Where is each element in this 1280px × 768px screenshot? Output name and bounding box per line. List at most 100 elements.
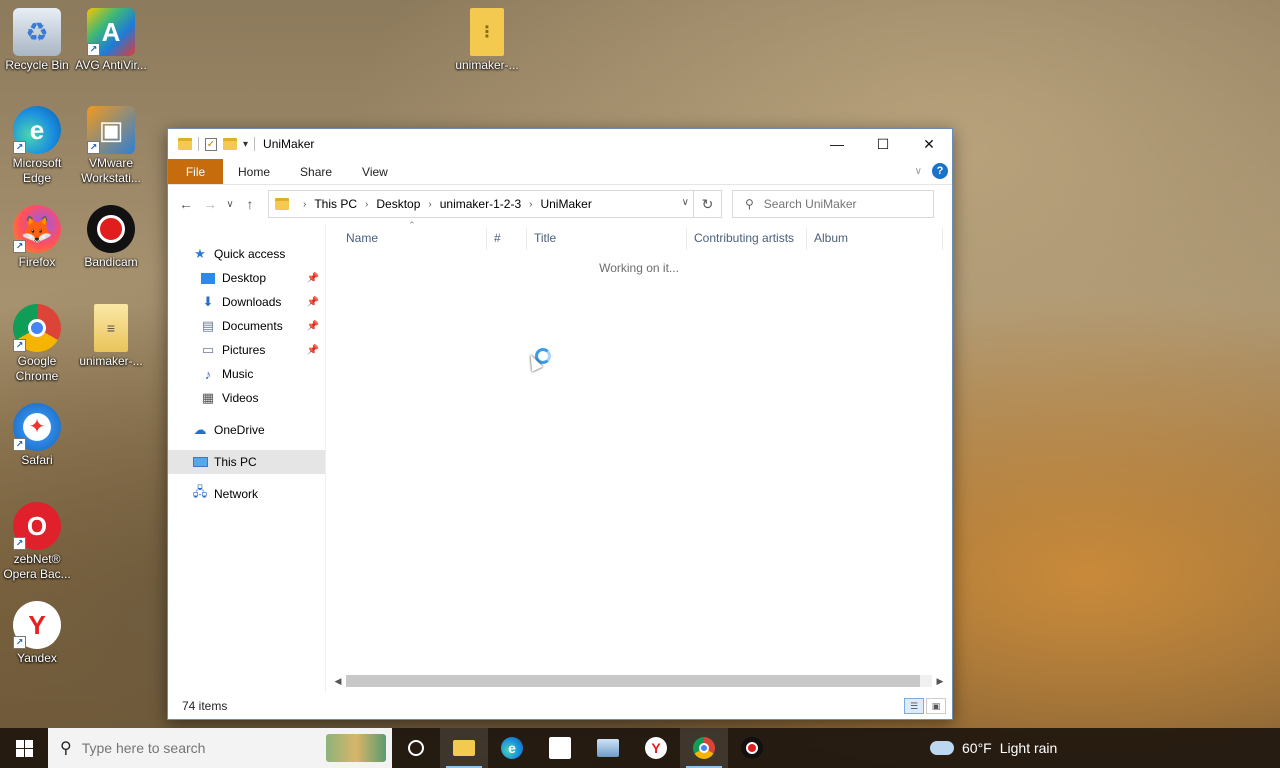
nav-quick-access[interactable]: ★ Quick access bbox=[168, 242, 325, 266]
column-name[interactable]: Name bbox=[340, 224, 378, 252]
forward-button[interactable]: → bbox=[198, 192, 222, 216]
task-view-button[interactable] bbox=[392, 728, 440, 768]
desktop-icon-unimaker-zip[interactable]: ⋮ unimaker-... bbox=[450, 8, 524, 73]
column-contributing-artists[interactable]: Contributing artists bbox=[688, 224, 794, 252]
new-folder-icon[interactable] bbox=[223, 138, 237, 150]
divider bbox=[254, 137, 256, 151]
nav-onedrive[interactable]: ☁ OneDrive bbox=[168, 418, 325, 442]
scrollbar-thumb[interactable] bbox=[346, 675, 921, 687]
navigation-bar: ← → ∨ ↑ › This PC › Desktop › unimaker-1… bbox=[168, 185, 952, 223]
address-bar[interactable]: › This PC › Desktop › unimaker-1-2-3 › U… bbox=[268, 190, 722, 218]
breadcrumb-unimaker[interactable]: UniMaker bbox=[540, 197, 591, 211]
taskbar-remote-desktop[interactable] bbox=[584, 728, 632, 768]
avg-antivirus-icon: A ↗ bbox=[87, 8, 135, 56]
nav-pictures[interactable]: ▭ Pictures 📌 bbox=[168, 338, 325, 362]
scroll-right-icon[interactable]: ▶ bbox=[932, 676, 948, 687]
nav-downloads[interactable]: ⬇ Downloads 📌 bbox=[168, 290, 325, 314]
breadcrumb-unimaker-1-2-3[interactable]: unimaker-1-2-3 bbox=[440, 197, 521, 211]
nav-label: Quick access bbox=[214, 247, 286, 261]
breadcrumb-desktop[interactable]: Desktop bbox=[376, 197, 420, 211]
search-box[interactable]: ⚲ bbox=[732, 190, 934, 218]
desktop-icon-safari[interactable]: ✦ ↗ Safari bbox=[0, 403, 74, 468]
properties-icon[interactable]: ✓ bbox=[205, 137, 217, 151]
nav-this-pc[interactable]: This PC bbox=[168, 450, 325, 474]
desktop-icon-bandicam[interactable]: Bandicam bbox=[74, 205, 148, 270]
desktop-icon-label: AVG AntiVir... bbox=[75, 58, 147, 72]
tab-file[interactable]: File bbox=[168, 159, 223, 184]
breadcrumb-separator-icon: › bbox=[303, 198, 307, 210]
recent-locations-button[interactable]: ∨ bbox=[222, 192, 238, 216]
desktop-icon-vmware[interactable]: ▣ ↗ VMware Workstati... bbox=[74, 106, 148, 186]
column-album[interactable]: Album bbox=[808, 224, 848, 252]
nav-network[interactable]: 🖧 Network bbox=[168, 482, 325, 506]
yandex-icon: Y ↗ bbox=[13, 601, 61, 649]
taskbar-file-explorer[interactable] bbox=[440, 728, 488, 768]
pin-icon: 📌 bbox=[306, 344, 319, 356]
breadcrumb-this-pc[interactable]: This PC bbox=[314, 197, 357, 211]
search-icon: ⚲ bbox=[60, 740, 72, 757]
taskbar-yandex[interactable]: Y bbox=[632, 728, 680, 768]
tab-home[interactable]: Home bbox=[223, 159, 285, 184]
weather-widget[interactable]: 60°F Light rain bbox=[930, 728, 1057, 768]
column-title[interactable]: Title bbox=[528, 224, 556, 252]
nav-documents[interactable]: ▤ Documents 📌 bbox=[168, 314, 325, 338]
tab-share[interactable]: Share bbox=[285, 159, 347, 184]
large-icons-view-button[interactable]: ▣ bbox=[926, 698, 946, 714]
nav-label: Network bbox=[214, 487, 259, 501]
horizontal-scrollbar[interactable]: ◀ ▶ bbox=[330, 673, 948, 689]
start-button[interactable] bbox=[0, 728, 48, 768]
taskbar-search[interactable]: ⚲ bbox=[48, 728, 392, 768]
pictures-icon: ▭ bbox=[201, 342, 215, 357]
nav-music[interactable]: ♪ Music bbox=[168, 362, 325, 386]
address-dropdown-icon[interactable]: ∨ bbox=[682, 197, 689, 208]
taskbar-edge[interactable]: e bbox=[488, 728, 536, 768]
tab-view[interactable]: View bbox=[347, 159, 403, 184]
desktop-icon-unimaker-folder[interactable]: ≡ unimaker-... bbox=[74, 304, 148, 369]
minimize-button[interactable]: — bbox=[814, 129, 860, 159]
nav-videos[interactable]: ▦ Videos bbox=[168, 386, 325, 410]
taskbar-chrome[interactable] bbox=[680, 728, 728, 768]
file-list-pane: ⌃ Name # Title Contributing artists Albu… bbox=[326, 220, 952, 693]
pin-icon: 📌 bbox=[306, 272, 319, 284]
edge-icon: e ↗ bbox=[13, 106, 61, 154]
nav-label: This PC bbox=[214, 455, 257, 469]
taskbar-store[interactable] bbox=[536, 728, 584, 768]
nav-label: Documents bbox=[222, 319, 283, 333]
desktop-icon-firefox[interactable]: 🦊 ↗ Firefox bbox=[0, 205, 74, 270]
customize-toolbar-icon[interactable]: ▾ bbox=[243, 139, 248, 150]
column-number[interactable]: # bbox=[488, 224, 501, 252]
desktop-icon-edge[interactable]: e ↗ Microsoft Edge bbox=[0, 106, 74, 186]
scroll-left-icon[interactable]: ◀ bbox=[330, 676, 346, 687]
desktop-icon-opera-backup[interactable]: O ↗ zebNet® Opera Bac... bbox=[0, 502, 74, 582]
column-divider[interactable] bbox=[486, 228, 487, 250]
folder-icon bbox=[178, 138, 192, 150]
quick-access-toolbar: ✓ ▾ bbox=[168, 137, 256, 151]
music-icon: ♪ bbox=[204, 366, 212, 382]
desktop-icon-yandex[interactable]: Y ↗ Yandex bbox=[0, 601, 74, 666]
back-button[interactable]: ← bbox=[174, 192, 198, 216]
rain-cloud-icon bbox=[930, 741, 954, 755]
column-divider[interactable] bbox=[686, 228, 687, 250]
computer-icon bbox=[192, 455, 208, 469]
desktop-icon-avg[interactable]: A ↗ AVG AntiVir... bbox=[74, 8, 148, 73]
cloud-icon: ☁ bbox=[193, 422, 207, 437]
maximize-button[interactable]: ☐ bbox=[860, 129, 906, 159]
column-divider[interactable] bbox=[806, 228, 807, 250]
taskbar-search-input[interactable] bbox=[81, 740, 302, 756]
column-divider[interactable] bbox=[942, 228, 943, 250]
folder-icon bbox=[275, 198, 289, 210]
refresh-button[interactable]: ↻ bbox=[693, 191, 721, 217]
search-input[interactable] bbox=[763, 197, 914, 211]
nav-desktop[interactable]: Desktop 📌 bbox=[168, 266, 325, 290]
expand-ribbon-icon[interactable]: ∨ bbox=[915, 166, 922, 177]
help-icon[interactable]: ? bbox=[932, 163, 948, 179]
close-button[interactable]: ✕ bbox=[906, 129, 952, 159]
taskbar-bandicam[interactable] bbox=[728, 728, 776, 768]
desktop-icon-recycle-bin[interactable]: ♻ Recycle Bin bbox=[0, 8, 74, 73]
details-view-button[interactable]: ☰ bbox=[904, 698, 924, 714]
desktop-icon-chrome[interactable]: ↗ Google Chrome bbox=[0, 304, 74, 384]
downloads-icon: ⬇ bbox=[202, 294, 214, 309]
up-button[interactable]: ↑ bbox=[238, 192, 262, 216]
breadcrumb-separator-icon: › bbox=[365, 198, 369, 210]
column-divider[interactable] bbox=[526, 228, 527, 250]
